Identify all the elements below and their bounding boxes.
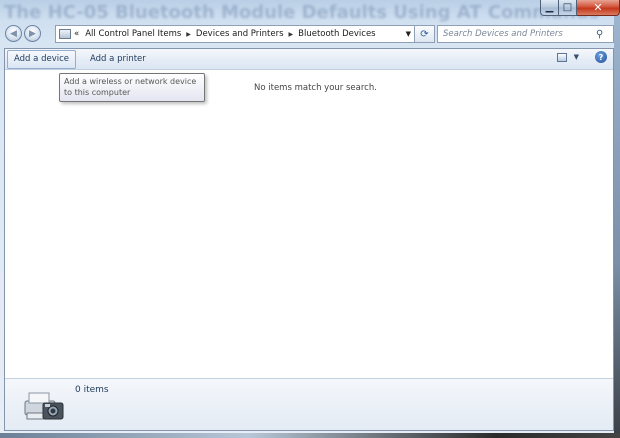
refresh-button[interactable]: ⟳ bbox=[415, 25, 435, 43]
breadcrumb-all-control-panel-items[interactable]: All Control Panel Items bbox=[85, 29, 181, 39]
search-icon[interactable]: ⚲ bbox=[596, 29, 610, 40]
caption-buttons: ▁ □ ✕ bbox=[540, 0, 620, 17]
back-button[interactable]: ◀ bbox=[5, 25, 22, 42]
empty-results-message: No items match your search. bbox=[254, 83, 377, 93]
breadcrumb-separator-icon[interactable]: ▶ bbox=[289, 31, 294, 38]
address-history-dropdown-icon[interactable]: ▼ bbox=[406, 30, 411, 38]
maximize-button[interactable]: □ bbox=[559, 0, 577, 16]
address-bar[interactable]: « All Control Panel Items ▶ Devices and … bbox=[55, 25, 415, 43]
help-icon[interactable]: ? bbox=[595, 51, 607, 63]
add-printer-button[interactable]: Add a printer bbox=[84, 51, 152, 68]
refresh-icon: ⟳ bbox=[420, 28, 429, 40]
item-count: 0 items bbox=[75, 385, 109, 395]
back-arrow-icon: ◀ bbox=[10, 28, 17, 39]
printer-camera-icon bbox=[24, 392, 64, 420]
search-input[interactable] bbox=[438, 28, 596, 40]
background-window-edge bbox=[614, 0, 620, 438]
add-device-tooltip: Add a wireless or network device to this… bbox=[59, 73, 205, 102]
search-box[interactable]: ⚲ bbox=[437, 25, 614, 43]
breadcrumb-overflow[interactable]: « bbox=[74, 29, 79, 39]
breadcrumb-bluetooth-devices[interactable]: Bluetooth Devices bbox=[298, 29, 375, 39]
close-button[interactable]: ✕ bbox=[577, 0, 620, 16]
control-panel-icon bbox=[59, 29, 71, 39]
minimize-button[interactable]: ▁ bbox=[540, 0, 559, 16]
command-bar: Add a device Add a printer ▼ ? bbox=[5, 49, 613, 70]
background-window-title: The HC-05 Bluetooth Module Defaults Usin… bbox=[4, 2, 600, 23]
breadcrumb-separator-icon[interactable]: ▶ bbox=[186, 31, 191, 38]
add-device-button[interactable]: Add a device bbox=[7, 49, 76, 69]
view-options-dropdown-icon[interactable]: ▼ bbox=[574, 53, 579, 61]
navigation-bar: ◀ ▶ « All Control Panel Items ▶ Devices … bbox=[4, 24, 614, 44]
explorer-window: Add a device Add a printer ▼ ? No items … bbox=[4, 48, 614, 431]
toolbar-right-group: ▼ ? bbox=[556, 51, 607, 63]
forward-arrow-icon: ▶ bbox=[29, 28, 36, 39]
breadcrumb-devices-and-printers[interactable]: Devices and Printers bbox=[196, 29, 284, 39]
details-pane: 0 items bbox=[5, 378, 613, 430]
forward-button[interactable]: ▶ bbox=[24, 25, 41, 42]
change-view-icon[interactable] bbox=[556, 52, 567, 62]
taskbar-edge bbox=[0, 433, 620, 438]
